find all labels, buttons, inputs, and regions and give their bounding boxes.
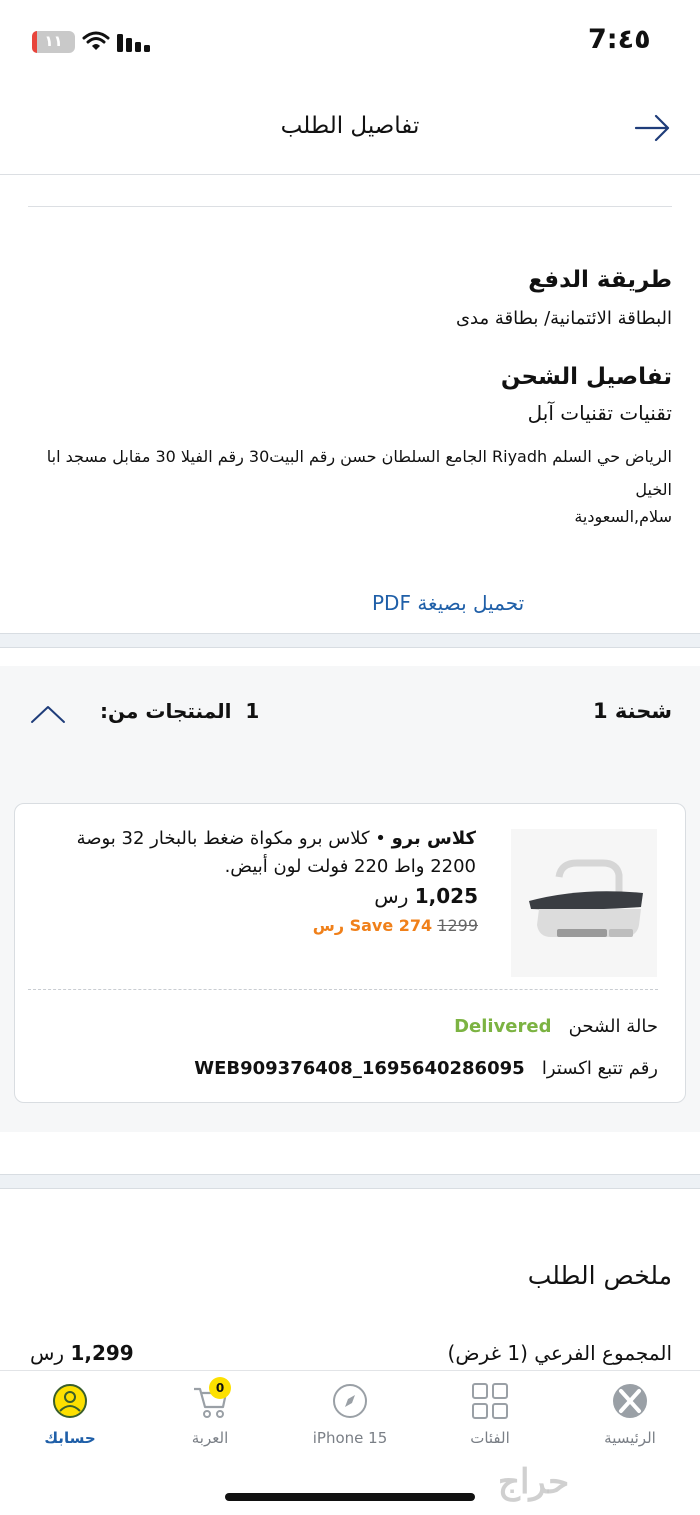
categories-grid-icon [472, 1383, 508, 1419]
nav-home-label: الرئيسية [604, 1429, 656, 1447]
wifi-icon [82, 31, 110, 50]
status-time: 7:٤٥ [588, 24, 651, 55]
nav-categories[interactable]: الفئات [435, 1381, 545, 1447]
tracking-number[interactable]: WEB909376408_1695640286095 [194, 1058, 524, 1079]
price-currency: رس [374, 884, 409, 908]
compass-icon [333, 1384, 367, 1418]
nav-home[interactable]: الرئيسية [575, 1381, 685, 1447]
tracking-number-row: رقم تتبع اكسترا WEB909376408_16956402860… [194, 1058, 658, 1079]
price-discount-row: 1299 Save 274 رس [313, 916, 478, 935]
save-amount: Save 274 رس [312, 916, 433, 935]
section-divider [28, 206, 672, 207]
shipping-country: سلام,السعودية [574, 507, 672, 526]
home-logo-icon [613, 1384, 647, 1418]
subtotal-label: المجموع الفرعي (1 غرض) [447, 1341, 672, 1365]
products-label-text: المنتجات من: [100, 699, 232, 723]
product-description[interactable]: كلاس برو • كلاس برو مكواة ضغط بالبخار 32… [36, 825, 476, 881]
shipping-recipient-name: تقنيات تقنيات آبل [527, 401, 672, 425]
payment-method-heading: طريقة الدفع [528, 267, 672, 293]
nav-iphone-label: iPhone 15 [312, 1429, 388, 1447]
order-summary-title: ملخص الطلب [527, 1261, 672, 1290]
original-price: 1299 [437, 916, 478, 935]
delivery-status-row: حالة الشحن Delivered [454, 1016, 658, 1037]
subtotal-amount: 1,299 [70, 1341, 134, 1365]
home-indicator [225, 1493, 475, 1501]
nav-iphone[interactable]: iPhone 15 [295, 1381, 405, 1447]
subtotal-currency: رس [30, 1341, 65, 1365]
download-pdf-link[interactable]: تحميل بصيغة PDF [372, 591, 524, 615]
product-price: 1,025 رس [374, 884, 478, 908]
battery-percent: ١١ [44, 32, 63, 50]
nav-account[interactable]: حسابك [15, 1381, 125, 1447]
tracking-number-label: رقم تتبع اكسترا [541, 1058, 658, 1079]
card-divider [28, 989, 658, 990]
product-image [511, 829, 657, 977]
shipping-address: الرياض حي السلم Riyadh الجامع السلطان حس… [46, 447, 672, 499]
shipping-details-heading: تفاصيل الشحن [500, 364, 672, 390]
products-count: 1 [245, 699, 260, 723]
cart-count-badge: 0 [209, 1377, 231, 1399]
section-separator [0, 633, 700, 648]
section-separator [0, 1174, 700, 1189]
nav-categories-label: الفئات [470, 1429, 510, 1447]
subtotal-value: 1,299 رس [30, 1341, 134, 1365]
shipment-title: شحنة 1 [592, 699, 672, 723]
account-icon [53, 1384, 87, 1418]
battery-icon: ١١ [32, 31, 75, 53]
page-title: تفاصيل الطلب [280, 113, 420, 139]
delivery-status-label: حالة الشحن [568, 1016, 658, 1037]
header-divider [0, 174, 700, 175]
products-from-label: 1 المنتجات من: [100, 699, 259, 723]
cellular-signal-icon [117, 34, 150, 52]
brand-separator: • [369, 828, 392, 849]
product-brand: كلاس برو [391, 828, 476, 849]
watermark-logo: حراج [498, 1462, 570, 1502]
chevron-up-icon[interactable] [30, 703, 66, 725]
nav-cart[interactable]: 0 العربة [155, 1377, 265, 1447]
back-arrow-icon[interactable] [632, 112, 672, 144]
delivery-status-badge: Delivered [454, 1016, 552, 1037]
nav-account-label: حسابك [44, 1429, 96, 1447]
price-value: 1,025 [414, 884, 478, 908]
payment-method-value: البطاقة الائتمانية/ بطاقة مدى [455, 308, 672, 329]
nav-cart-label: العربة [191, 1429, 229, 1447]
